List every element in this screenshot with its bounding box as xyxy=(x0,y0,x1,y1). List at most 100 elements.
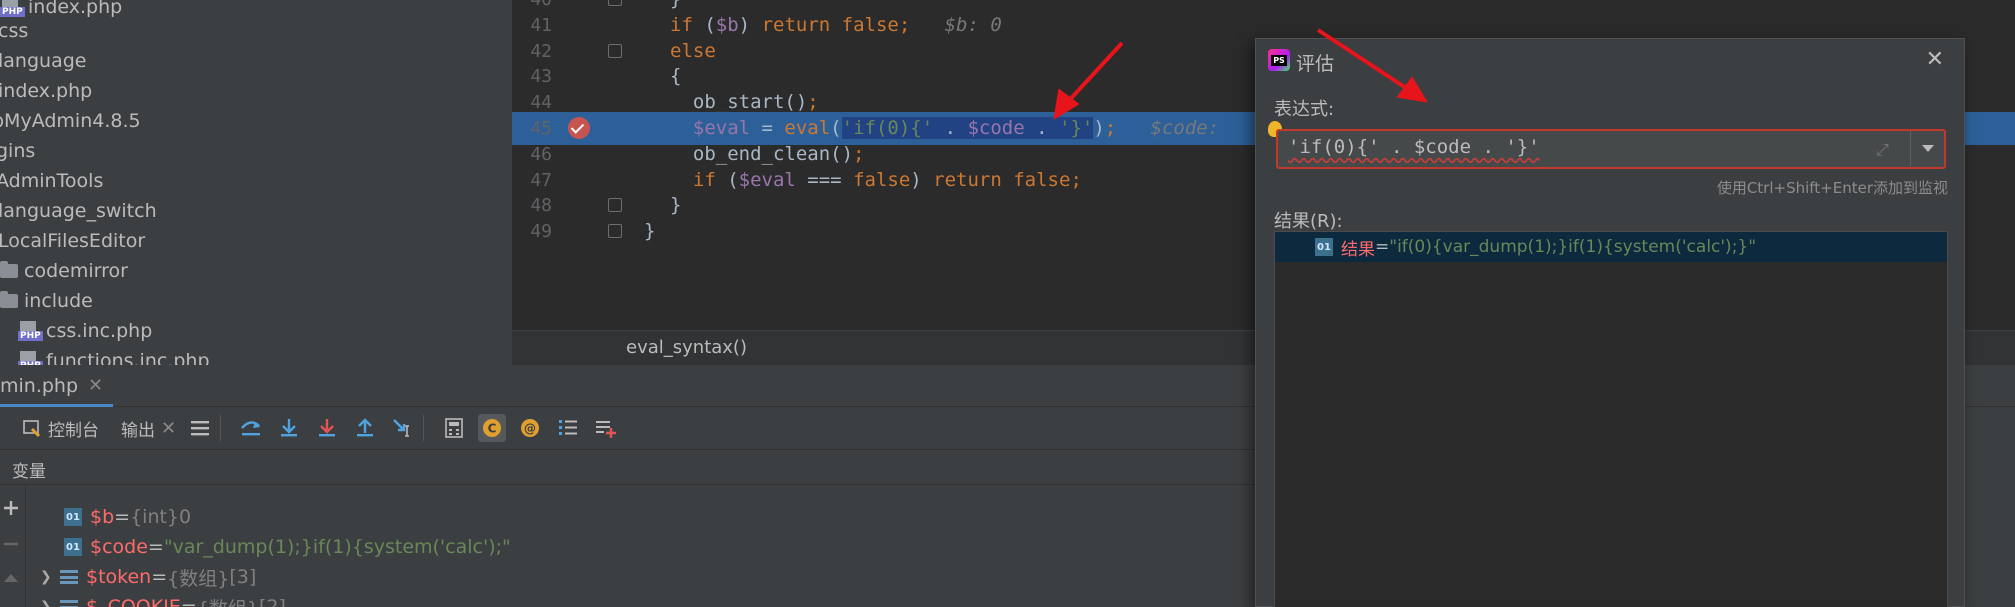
variable-equals: = xyxy=(114,506,131,528)
fold-marker-icon[interactable] xyxy=(608,43,622,58)
code-token: ) xyxy=(1093,117,1105,139)
expand-arrow-icon[interactable]: ❯ xyxy=(40,599,60,607)
code-token: eval xyxy=(784,117,831,139)
variable-row[interactable]: ❯ $_COOKIE = {数组} [2] xyxy=(40,592,286,607)
variables-header: 变量 xyxy=(0,449,1260,485)
remove-icon[interactable] xyxy=(2,535,20,553)
fold-marker-icon[interactable] xyxy=(608,0,622,6)
tree-item[interactable]: index.php xyxy=(0,76,92,106)
variable-type: {数组} xyxy=(197,594,259,607)
expand-icon[interactable]: ⤢ xyxy=(1876,140,1894,159)
array-icon xyxy=(60,598,78,607)
close-icon[interactable]: ✕ xyxy=(88,375,103,404)
tree-item[interactable]: language xyxy=(0,46,86,76)
tree-item[interactable]: css xyxy=(0,16,28,46)
code-token: return false xyxy=(933,168,1071,191)
variable-value: [3] xyxy=(229,566,257,588)
variable-row[interactable]: ❯ $token = {数组} [3] xyxy=(40,562,257,592)
add-icon[interactable] xyxy=(2,499,20,517)
variable-equals: = xyxy=(151,566,168,588)
at-sign-icon[interactable]: @ xyxy=(516,414,544,442)
code-token: false xyxy=(853,168,911,191)
tree-item-label: language xyxy=(0,50,87,72)
variable-equals: = xyxy=(147,536,164,558)
tree-item[interactable]: codemirror xyxy=(0,256,128,286)
tree-item[interactable]: LocalFilesEditor xyxy=(0,226,145,256)
tree-item[interactable]: PHPfunctions.inc.php xyxy=(18,346,210,365)
folder-icon xyxy=(0,291,18,308)
debug-session-tab[interactable]: min.php ✕ xyxy=(0,369,114,407)
result-row[interactable]: 01 结果 = "if(0){var_dump(1);}if(1){system… xyxy=(1275,232,1947,262)
primitive-value-icon: 01 xyxy=(1315,238,1333,256)
primitive-value-icon: 01 xyxy=(64,508,82,526)
fold-marker-icon[interactable] xyxy=(608,224,622,239)
tree-item[interactable]: AdminTools xyxy=(0,166,103,196)
expression-label: 表达式: xyxy=(1274,99,1335,120)
tree-item[interactable]: gins xyxy=(0,136,35,166)
line-number: 46 xyxy=(530,143,552,165)
numbered-list-icon[interactable] xyxy=(554,414,582,442)
variable-type: {int} xyxy=(130,506,180,528)
code-token: '}' xyxy=(1059,117,1094,139)
calculator-icon[interactable] xyxy=(440,414,468,442)
code-token: ) xyxy=(738,13,762,36)
close-icon[interactable]: ✕ xyxy=(161,418,176,439)
phpstorm-logo-icon: PS xyxy=(1268,49,1290,71)
code-token: ( xyxy=(830,117,842,139)
force-step-into-icon[interactable] xyxy=(313,414,341,442)
array-icon xyxy=(60,568,78,586)
line-number: 45 xyxy=(530,118,552,139)
line-number: 48 xyxy=(530,195,552,217)
code-token: ( xyxy=(715,168,739,191)
php-file-icon: PHP xyxy=(18,321,43,341)
variable-row[interactable]: 01 $b = {int} 0 xyxy=(44,502,191,532)
menu-lines-icon[interactable] xyxy=(186,414,214,442)
history-dropdown-button[interactable] xyxy=(1910,131,1944,166)
line-number: 49 xyxy=(530,221,552,243)
code-token: ob_start xyxy=(670,91,785,114)
tab-output[interactable]: 输出 ✕ xyxy=(121,416,176,441)
code-token: else xyxy=(670,39,716,62)
tree-item[interactable]: pMyAdmin4.8.5 xyxy=(0,106,141,136)
move-up-icon[interactable] xyxy=(2,569,20,587)
tree-item-label: include xyxy=(24,290,93,312)
fold-marker-icon[interactable] xyxy=(608,198,622,213)
code-token: ; xyxy=(1104,117,1117,139)
close-icon[interactable]: ✕ xyxy=(1926,47,1944,72)
breakpoint-icon[interactable] xyxy=(568,117,590,139)
expand-arrow-icon[interactable]: ❯ xyxy=(40,569,60,585)
code-token: } xyxy=(644,220,656,243)
step-out-icon[interactable] xyxy=(351,414,379,442)
breadcrumb[interactable]: eval_syntax() xyxy=(626,337,747,358)
php-file-icon: PHP xyxy=(0,0,25,17)
step-over-icon[interactable] xyxy=(237,414,265,442)
tree-item[interactable]: PHP css.inc.php xyxy=(18,316,152,346)
code-token: () xyxy=(784,91,808,114)
add-watch-icon[interactable] xyxy=(592,414,620,442)
code-token: if xyxy=(670,13,693,36)
tree-item-label: language_switch xyxy=(0,200,157,222)
expression-input[interactable]: 'if(0){' . $code . '}' xyxy=(1288,136,1540,158)
class-filter-icon[interactable]: C xyxy=(478,414,507,442)
code-text: } xyxy=(644,215,655,248)
tree-item[interactable]: include xyxy=(0,286,93,316)
project-tree: PHP index.php css language index.php pMyAdmin… xyxy=(0,0,512,365)
variables-title: 变量 xyxy=(12,462,46,482)
folder-icon xyxy=(0,261,18,278)
run-to-cursor-icon[interactable] xyxy=(389,414,417,442)
code-token: === xyxy=(795,168,854,191)
step-into-icon[interactable] xyxy=(275,414,303,442)
svg-text:@: @ xyxy=(524,422,536,436)
toolbar-separator xyxy=(220,415,222,441)
evaluate-dialog: PS 评估 ✕ 表达式: 'if(0){' . $code . '}' ⤢ 使用… xyxy=(1255,38,1965,607)
tree-item-label: index.php xyxy=(28,0,123,18)
tab-console[interactable]: 控制台 xyxy=(22,416,99,441)
tree-item[interactable]: language_switch xyxy=(0,196,157,226)
code-token: ( xyxy=(692,13,716,36)
code-token: = xyxy=(750,117,785,139)
code-token: 'if(0){' xyxy=(841,117,934,139)
code-token: $b: 0 xyxy=(910,13,1002,36)
variable-row[interactable]: 01 $code = "var_dump(1);}if(1){system('ca… xyxy=(44,532,511,562)
expression-field[interactable]: 'if(0){' . $code . '}' ⤢ xyxy=(1276,129,1946,169)
variable-name: $code xyxy=(90,536,148,558)
